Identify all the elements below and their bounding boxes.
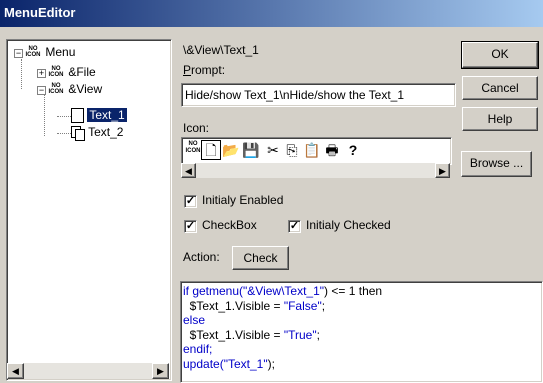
action-code-editor[interactable]: if getmenu("&View\Text_1") <= 1 then $Te… <box>180 281 543 383</box>
prompt-label: Prompt: <box>183 63 226 77</box>
save-disk-icon[interactable]: 💾 <box>242 141 260 159</box>
icon-picker[interactable]: NO ICON 🗋 📂 💾 ✂ ⎘ 📋 🖶 ? <box>181 137 452 165</box>
icon-scroll-left-icon[interactable]: ◀ <box>181 163 196 178</box>
code-line: else <box>183 313 206 327</box>
scroll-left-icon[interactable]: ◀ <box>7 363 24 379</box>
icon-scrollbar[interactable]: ◀ ▶ <box>181 163 450 178</box>
no-icon-icon[interactable]: NO ICON <box>184 141 202 159</box>
help-icon[interactable]: ? <box>344 141 362 159</box>
tree-label-text1: Text_1 <box>86 107 128 123</box>
menu-tree[interactable]: − NO ICON Menu + NO ICON &File − NO ICON &V… <box>6 39 172 381</box>
scroll-right-icon[interactable]: ▶ <box>152 363 169 379</box>
help-button[interactable]: Help <box>462 107 538 131</box>
print-icon[interactable]: 🖶 <box>323 141 341 159</box>
tree-label-view: &View <box>68 82 103 96</box>
collapse-icon[interactable]: − <box>37 86 46 95</box>
check-button[interactable]: Check <box>232 246 289 270</box>
no-icon-icon: NO ICON <box>48 82 64 95</box>
cancel-button[interactable]: Cancel <box>462 76 538 100</box>
tree-horizontal-scrollbar[interactable]: ◀ ▶ <box>7 363 169 379</box>
tree-node-text2[interactable]: Text_2 <box>71 124 124 142</box>
tree-label-file: &File <box>68 65 96 79</box>
title-bar: MenuEditor <box>0 0 543 27</box>
copy-icon[interactable]: ⎘ <box>283 141 301 159</box>
open-folder-icon[interactable]: 📂 <box>222 141 240 159</box>
code-line: update("Text_1"); <box>183 356 275 371</box>
tree-label-menu: Menu <box>45 45 76 59</box>
document-icon <box>71 108 84 124</box>
code-line: if getmenu("&View\Text_1") <= 1 then <box>183 284 383 298</box>
ok-button[interactable]: OK <box>461 41 539 69</box>
checkbox-label: CheckBox <box>202 218 257 232</box>
initialy-enabled-label: Initialy Enabled <box>202 193 284 207</box>
code-line: endif; <box>183 342 213 356</box>
cut-icon[interactable]: ✂ <box>264 141 282 159</box>
no-icon-icon: NO ICON <box>48 65 64 78</box>
initialy-enabled-checkbox[interactable]: ✓ <box>184 195 197 208</box>
code-line: $Text_1.Visible = "False"; <box>183 298 326 313</box>
copy-document-icon <box>71 126 85 142</box>
collapse-icon[interactable]: − <box>14 49 23 58</box>
icon-label: Icon: <box>183 121 210 135</box>
initialy-checked-label: Initialy Checked <box>306 218 391 232</box>
menu-path: \&View\Text_1 <box>183 43 259 57</box>
browse-button[interactable]: Browse ... <box>461 151 532 177</box>
no-icon-icon: NO ICON <box>25 45 41 58</box>
icon-scroll-right-icon[interactable]: ▶ <box>435 163 450 178</box>
checkbox-checkbox[interactable]: ✓ <box>184 220 197 233</box>
window-title: MenuEditor <box>4 5 76 20</box>
paste-icon[interactable]: 📋 <box>303 141 321 159</box>
new-document-icon[interactable]: 🗋 <box>201 140 221 160</box>
menu-editor-window: MenuEditor − NO ICON Menu + NO ICON &File … <box>0 0 543 383</box>
initialy-checked-checkbox[interactable]: ✓ <box>288 220 301 233</box>
tree-label-text2: Text_2 <box>88 125 124 139</box>
action-label: Action: <box>183 250 220 264</box>
prompt-input[interactable]: Hide/show Text_1\nHide/show the Text_1 <box>181 83 456 107</box>
tree-node-text1[interactable]: Text_1 <box>71 107 128 124</box>
code-line: $Text_1.Visible = "True"; <box>183 327 320 342</box>
expand-icon[interactable]: + <box>37 69 46 78</box>
